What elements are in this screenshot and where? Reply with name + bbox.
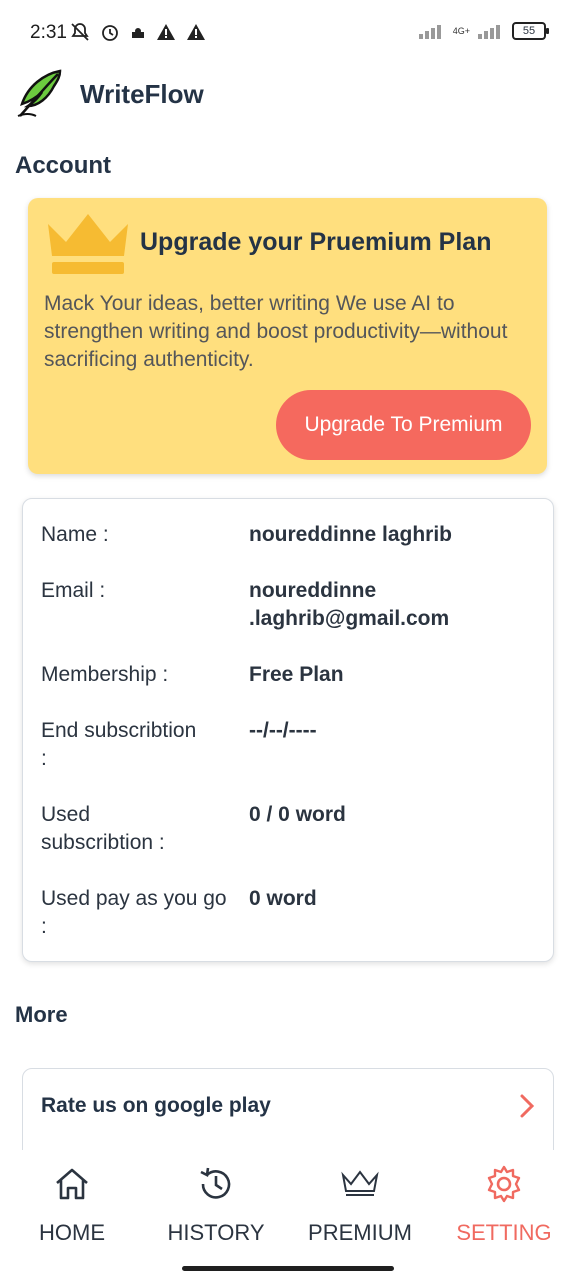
nav-setting[interactable]: SETTING xyxy=(432,1162,576,1246)
nav-premium-label: PREMIUM xyxy=(308,1220,412,1245)
signal-icon xyxy=(478,25,500,39)
account-section-title: Account xyxy=(15,152,111,179)
nav-setting-label: SETTING xyxy=(456,1220,552,1245)
end-subscription-value: --/--/---- xyxy=(249,719,317,742)
history-icon xyxy=(144,1162,288,1206)
account-info-card: Name : noureddinne laghrib Email : noure… xyxy=(22,498,554,962)
nav-history-label: HISTORY xyxy=(167,1220,265,1245)
status-icons-right: 4G+ 55 xyxy=(418,22,549,40)
rate-us-item[interactable]: Rate us on google play xyxy=(41,1091,536,1121)
crown-icon xyxy=(288,1162,432,1206)
warning-icon xyxy=(187,24,205,40)
premium-description: Mack Your ideas, better writing We use A… xyxy=(44,292,508,371)
chevron-right-icon xyxy=(520,1094,535,1118)
more-section-title: More xyxy=(15,1002,68,1027)
app-title: WriteFlow xyxy=(80,78,204,109)
email-value: noureddinne .laghrib@gmail.com xyxy=(249,579,450,630)
used-subscription-label: Used subscribtion : xyxy=(41,803,165,854)
membership-value: Free Plan xyxy=(249,663,344,686)
network-type: 4G+ xyxy=(452,26,470,36)
name-label: Name : xyxy=(41,523,109,546)
home-indicator[interactable] xyxy=(182,1266,394,1271)
pay-as-you-go-value: 0 word xyxy=(249,887,317,910)
used-subscription-value: 0 / 0 word xyxy=(249,803,346,826)
app-header: WriteFlow xyxy=(14,64,204,124)
bottom-nav: HOME HISTORY PREMIUM SETTING xyxy=(0,1150,576,1280)
nav-home-label: HOME xyxy=(39,1220,105,1245)
nav-history[interactable]: HISTORY xyxy=(144,1162,288,1246)
battery-icon: 55 xyxy=(512,22,549,40)
alarm-icon xyxy=(102,25,118,41)
crown-icon xyxy=(46,210,130,281)
warning-icon xyxy=(157,24,175,40)
membership-label: Membership : xyxy=(41,663,169,686)
nav-premium[interactable]: PREMIUM xyxy=(288,1162,432,1246)
name-value: noureddinne laghrib xyxy=(249,523,452,546)
bell-off-icon xyxy=(71,23,89,41)
upgrade-to-premium-button[interactable]: Upgrade To Premium xyxy=(276,390,531,460)
nav-home[interactable]: HOME xyxy=(0,1162,144,1246)
end-subscription-label: End subscribtion : xyxy=(41,719,197,770)
email-label: Email : xyxy=(41,579,106,602)
feather-icon xyxy=(17,69,62,117)
signal-icon xyxy=(418,25,441,39)
rate-us-label: Rate us on google play xyxy=(41,1094,271,1117)
pay-as-you-go-label: Used pay as you go : xyxy=(41,887,227,938)
gear-icon xyxy=(432,1162,576,1206)
battery-level: 55 xyxy=(522,25,536,37)
status-bar: 2:31 4G+ 55 xyxy=(0,0,576,64)
premium-upgrade-card: Upgrade your Pruemium Plan Mack Your ide… xyxy=(28,198,547,474)
mosque-icon xyxy=(132,28,144,38)
status-icons-left xyxy=(70,22,206,42)
premium-title: Upgrade your Pruemium Plan xyxy=(140,228,492,256)
home-icon xyxy=(0,1162,144,1206)
status-time: 2:31 xyxy=(30,22,67,43)
